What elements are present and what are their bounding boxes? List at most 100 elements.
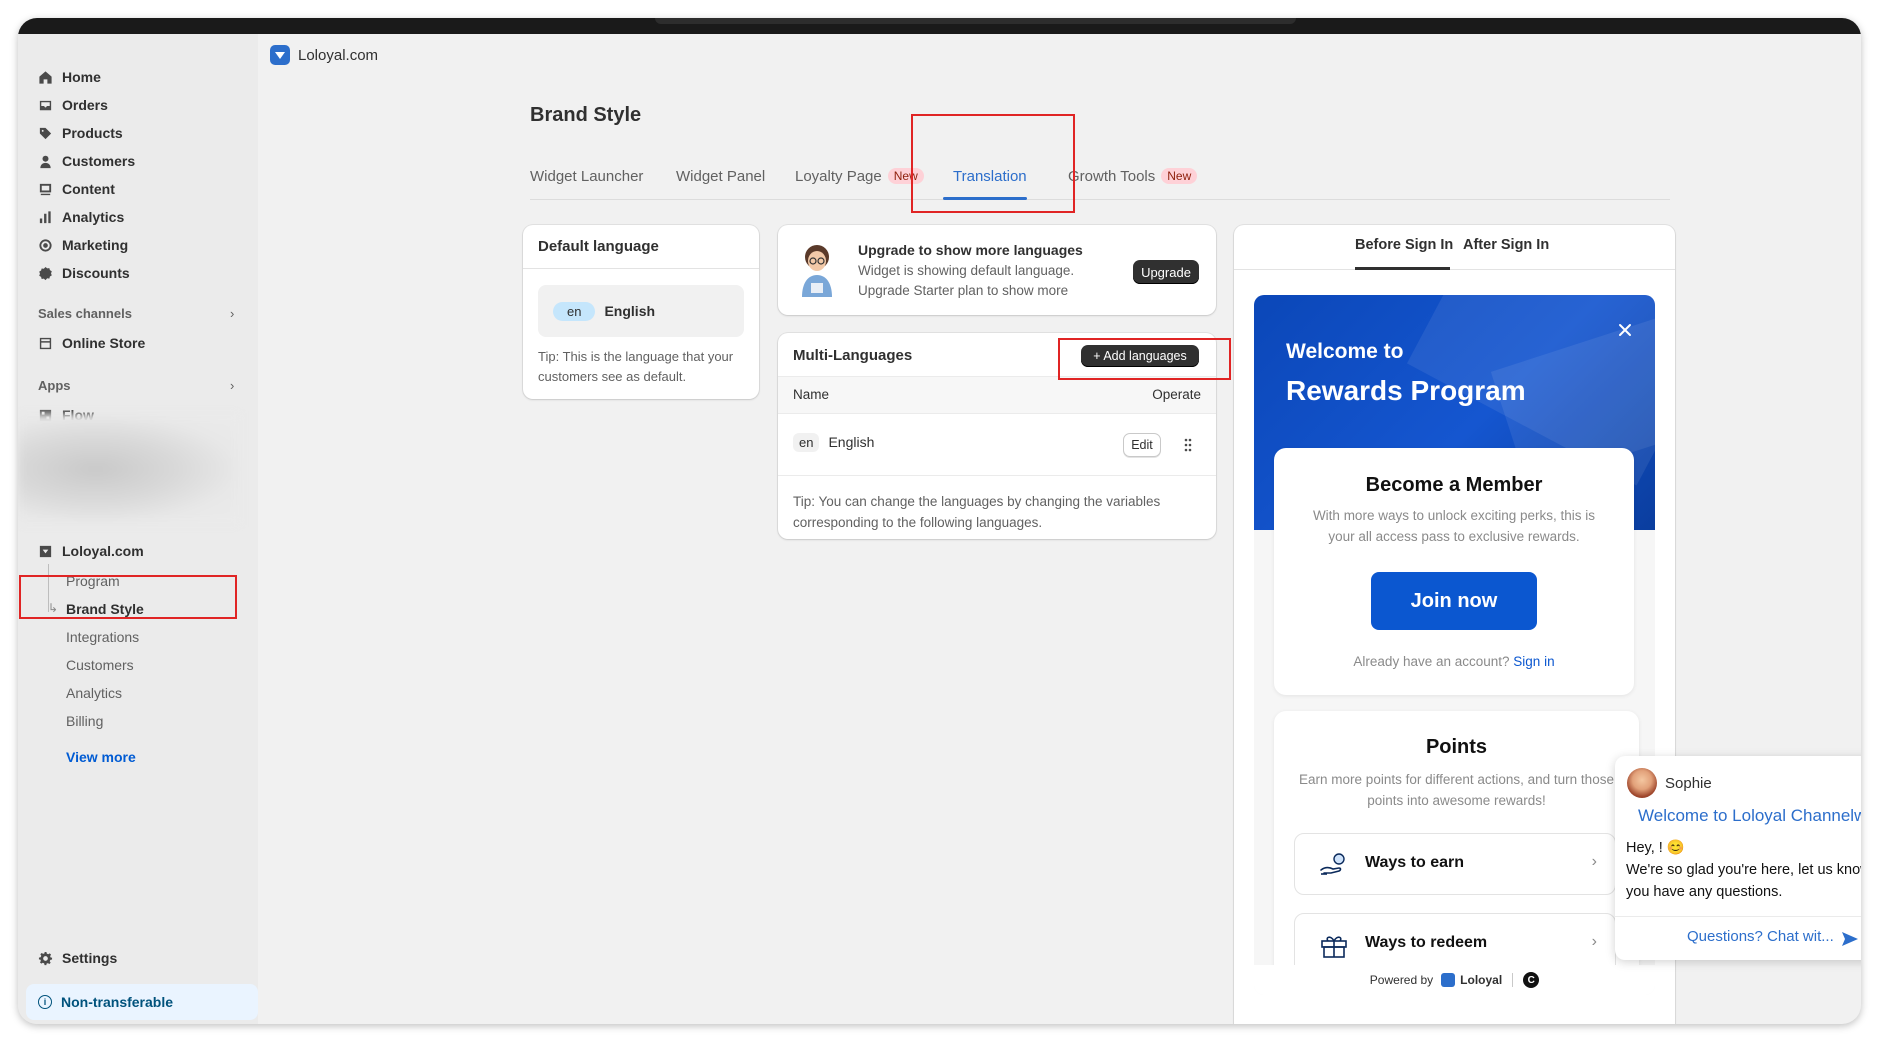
sidebar-item-analytics[interactable]: Analytics [37,206,124,228]
sign-in-prompt: Already have an account? Sign in [1274,654,1634,669]
tab-label: Loyalty Page [795,168,882,185]
sales-channels-chevron-icon[interactable]: › [230,306,234,321]
table-row: en English Edit [778,414,1216,476]
tab-label: Widget Panel [676,168,766,185]
hand-coin-icon [1320,853,1345,875]
blurred-region [18,414,240,524]
chat-agent-name: Sophie [1665,775,1712,792]
non-transferable-badge[interactable]: i Non-transferable [26,984,258,1020]
member-description: With more ways to unlock exciting perks,… [1312,508,1596,544]
gear-icon [37,950,53,966]
sidebar-item-settings[interactable]: Settings [37,947,117,969]
tab-widget-launcher[interactable]: Widget Launcher [530,168,643,185]
view-more-link[interactable]: View more [66,749,136,765]
tab-loyalty-page[interactable]: Loyalty Page New [795,168,924,185]
non-transferable-label: Non-transferable [61,994,174,1010]
divider [523,268,759,269]
become-member-card: Become a Member With more ways to unlock… [1274,448,1634,695]
sidebar-item-loloyal-app[interactable]: Loloyal.com [37,540,144,562]
tab-label: Widget Launcher [530,168,644,185]
sidebar-item-products[interactable]: Products [37,122,123,144]
divider [1615,916,1861,917]
language-code-badge: en [793,433,820,452]
brand-style-tabs: Widget Launcher Widget Panel Loyalty Pag… [530,160,1670,200]
upgrade-title: Upgrade to show more languages [858,242,1083,258]
sidebar-item-discounts[interactable]: Discounts [37,262,130,284]
tab-growth-tools[interactable]: Growth Tools New [1068,168,1198,185]
preview-tabs: Before Sign In After Sign In [1234,225,1675,270]
chat-message-body: We're so glad you're here, let us know i… [1626,862,1861,900]
drag-handle-icon[interactable] [1184,438,1192,452]
sidebar-item-customers[interactable]: Customers [37,150,135,172]
hero-title-line-1: Welcome to [1286,340,1404,363]
sidebar-subitem-billing[interactable]: Billing [66,713,103,729]
sidebar-item-label: Loloyal.com [62,543,144,559]
points-title: Points [1425,736,1488,758]
sales-channels-title: Sales channels [38,306,132,321]
highlight-box-add-languages [1058,338,1231,380]
sidebar-item-online-store[interactable]: Online Store [37,332,145,354]
tab-before-sign-in[interactable]: Before Sign In [1355,237,1453,253]
chat-cta-link[interactable]: Questions? Chat wit... [1687,928,1834,945]
column-header-operate: Operate [1152,387,1201,402]
points-description: Earn more points for different actions, … [1299,772,1614,808]
ways-to-redeem-label: Ways to redeem [1365,934,1488,951]
window-top-bar [18,18,1861,34]
sidebar-item-label: Discounts [62,265,130,281]
discount-icon [37,265,53,281]
camera-notch [655,18,1296,24]
close-icon[interactable] [1616,321,1634,339]
tab-label: Growth Tools [1068,168,1156,185]
chevron-right-icon: › [1591,933,1597,950]
upgrade-line-2: Upgrade Starter plan to show more [858,283,1069,298]
hero-title-line-2: Rewards Program [1286,375,1526,406]
upgrade-button[interactable]: Upgrade [1133,260,1199,284]
page-title: Brand Style [530,104,642,126]
app-window: Home Orders Products Customers Content A… [18,18,1861,1024]
apps-chevron-icon[interactable]: › [230,378,234,393]
apps-title: Apps [38,378,71,393]
gift-icon [1321,936,1347,958]
sidebar-item-label: Content [62,181,115,197]
sidebar-subitem-analytics[interactable]: Analytics [66,685,122,701]
widget-preview-card: Before Sign In After Sign In Welcome to … [1234,225,1675,1024]
target-icon [37,237,53,253]
active-preview-tab-indicator [1355,267,1450,270]
sidebar-item-label: Online Store [62,335,146,351]
upgrade-card: Upgrade to show more languages Widget is… [778,225,1216,315]
chat-popup[interactable]: Sophie Welcome to Loloyal Channelw Hey, … [1615,756,1861,960]
upgrade-line-1: Widget is showing default language. [858,263,1075,278]
sidebar-item-label: Customers [62,153,136,169]
chat-message: Hey, ! 😊 We're so glad you're here, let … [1626,837,1861,903]
sidebar-item-label: Products [62,125,123,141]
highlight-box-translation-tab [911,114,1075,213]
sidebar-item-orders[interactable]: Orders [37,94,108,116]
join-now-button[interactable]: Join now [1371,572,1537,630]
tab-widget-panel[interactable]: Widget Panel [676,168,765,185]
loloyal-logo-icon [270,45,290,65]
ways-to-earn-row[interactable]: Ways to earn › [1294,833,1616,895]
loloyal-logo-icon [1441,973,1456,987]
send-icon[interactable] [1841,931,1859,947]
sidebar-item-marketing[interactable]: Marketing [37,234,128,256]
sidebar-item-home[interactable]: Home [37,66,101,88]
default-language-tip: Tip: This is the language that your cust… [538,349,734,384]
divider [1512,973,1514,987]
person-icon [37,153,53,169]
powered-by-footer: Powered by Loloyal C [1254,965,1655,995]
loloyal-app-icon [37,543,53,559]
edit-button[interactable]: Edit [1123,433,1161,457]
sidebar-subitem-customers[interactable]: Customers [66,657,134,673]
sidebar-item-content[interactable]: Content [37,178,115,200]
language-code-badge: en [553,301,596,321]
sidebar-subitem-integrations[interactable]: Integrations [66,629,139,645]
app-header-title: Loloyal.com [298,46,379,64]
sign-in-link[interactable]: Sign in [1513,654,1554,669]
content-icon [37,181,53,197]
avatar-illustration-icon [802,245,832,297]
language-name: English [604,303,656,319]
tab-after-sign-in[interactable]: After Sign In [1463,237,1549,253]
loyalty-widget-preview: Welcome to Rewards Program Become a Memb… [1254,295,1655,995]
sidebar-item-label: Analytics [62,209,125,225]
powered-by-brand: Loloyal [1460,973,1503,987]
